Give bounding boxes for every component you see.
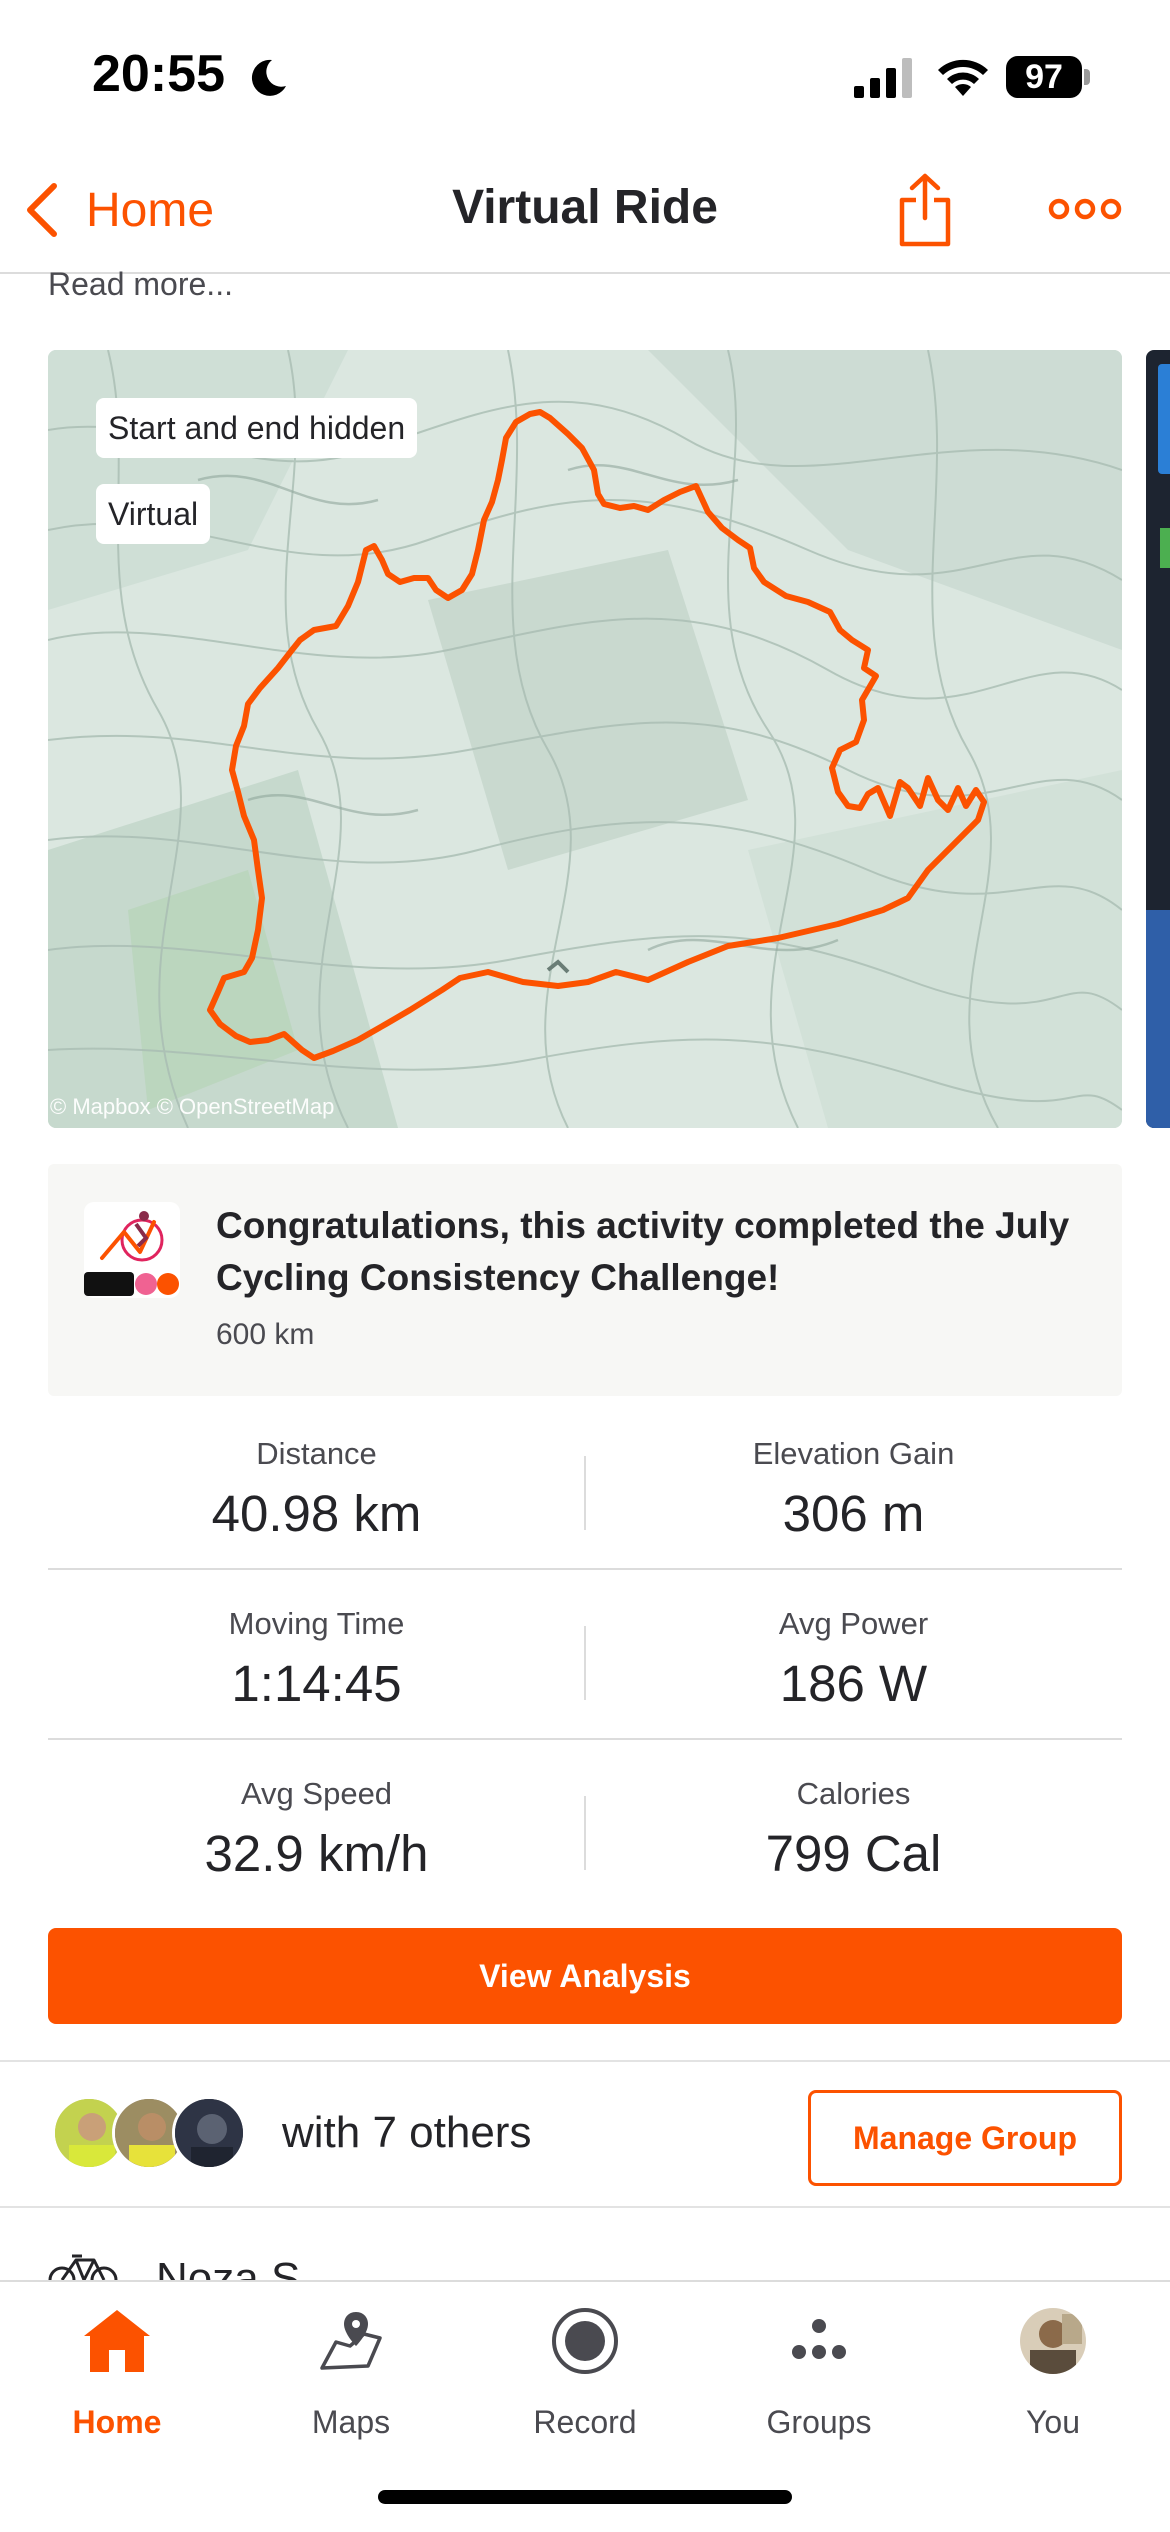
tab-label: Maps: [311, 2404, 391, 2440]
tab-home[interactable]: Home: [0, 2296, 234, 2446]
tab-you[interactable]: You: [936, 2296, 1170, 2446]
challenge-message: Congratulations, this activity completed…: [216, 1205, 1070, 1298]
group-activity-row: with 7 others Manage Group: [0, 2060, 1170, 2208]
next-media-peek[interactable]: [1146, 350, 1170, 1128]
media-peek-green: [1160, 528, 1170, 568]
stat-calories: Calories 799 Cal: [585, 1740, 1122, 1910]
stat-label: Elevation Gain: [752, 1436, 955, 1471]
privacy-tag: Start and end hidden: [96, 398, 418, 458]
route-map[interactable]: Start and end hidden Virtual © Mapbox © …: [48, 350, 1122, 1128]
stat-value: 799 Cal: [765, 1825, 942, 1882]
moon-icon: [251, 59, 286, 96]
media-peek-accent: [1158, 364, 1170, 474]
tab-label: Groups: [766, 2404, 872, 2440]
stat-elevation-gain: Elevation Gain 306 m: [585, 1400, 1122, 1570]
wifi-icon: [938, 59, 988, 96]
tab-groups[interactable]: Groups: [702, 2296, 936, 2446]
home-icon: [84, 2310, 150, 2372]
profile-avatar: [1020, 2308, 1086, 2374]
battery-indicator: 97: [1006, 56, 1090, 98]
stat-label: Calories: [796, 1776, 911, 1811]
maps-icon: [320, 2312, 382, 2370]
stat-row: Distance 40.98 km Elevation Gain 306 m: [48, 1400, 1122, 1570]
stat-avg-speed: Avg Speed 32.9 km/h: [48, 1740, 585, 1910]
stat-value: 40.98 km: [211, 1485, 422, 1542]
more-options-icon[interactable]: [1048, 194, 1122, 224]
read-more-link[interactable]: Read more...: [48, 266, 233, 303]
topographic-map: [48, 350, 1122, 1128]
member-name: Noza S: [156, 2254, 301, 2280]
home-indicator[interactable]: [378, 2490, 792, 2504]
stat-value: 186 W: [779, 1655, 928, 1712]
status-bar: 20:55 97: [0, 0, 1170, 150]
status-time: 20:55: [92, 45, 225, 103]
group-member-row[interactable]: Noza S: [0, 2210, 1170, 2280]
tab-label: You: [1026, 2404, 1080, 2440]
tab-label: Home: [72, 2404, 162, 2440]
stat-label: Distance: [256, 1436, 377, 1471]
challenge-distance: 600 km: [216, 1318, 315, 1351]
stat-value: 32.9 km/h: [204, 1825, 429, 1882]
stat-label: Avg Speed: [240, 1776, 393, 1811]
stat-label: Moving Time: [228, 1606, 405, 1641]
stat-avg-power: Avg Power 186 W: [585, 1570, 1122, 1740]
activity-detail-screen: 20:55 97 Home Virtual Ride Read more... …: [0, 0, 1170, 2532]
record-icon: [552, 2308, 618, 2374]
with-others-label[interactable]: with 7 others: [282, 2108, 531, 2158]
nav-header: Home Virtual Ride: [0, 150, 1170, 274]
virtual-tag: Virtual: [96, 484, 211, 544]
challenge-badge-icon: [84, 1202, 180, 1298]
tab-label: Record: [533, 2404, 637, 2440]
tab-maps[interactable]: Maps: [234, 2296, 468, 2446]
media-peek-blue: [1146, 910, 1170, 1128]
manage-group-button[interactable]: Manage Group: [808, 2090, 1122, 2186]
battery-tip: [1084, 69, 1090, 85]
stat-distance: Distance 40.98 km: [48, 1400, 585, 1570]
stat-row: Moving Time 1:14:45 Avg Power 186 W: [48, 1570, 1122, 1740]
stat-moving-time: Moving Time 1:14:45: [48, 1570, 585, 1740]
challenge-completion-card[interactable]: Congratulations, this activity completed…: [48, 1164, 1122, 1396]
view-analysis-button[interactable]: View Analysis: [48, 1928, 1122, 2024]
stat-row: Avg Speed 32.9 km/h Calories 799 Cal: [48, 1740, 1122, 1910]
map-attribution[interactable]: © Mapbox © OpenStreetMap: [50, 1094, 334, 1120]
bike-icon: [48, 2254, 118, 2280]
share-icon[interactable]: [896, 172, 954, 248]
group-avatars[interactable]: [52, 2096, 252, 2174]
stat-value: 306 m: [782, 1485, 925, 1542]
battery-level: 97: [1006, 56, 1082, 98]
groups-icon: [792, 2319, 846, 2359]
avatar: [172, 2096, 246, 2170]
tab-record[interactable]: Record: [468, 2296, 702, 2446]
page-title: Virtual Ride: [452, 181, 718, 234]
stat-value: 1:14:45: [231, 1655, 402, 1712]
stat-label: Avg Power: [778, 1606, 929, 1641]
cellular-signal-icon: [854, 58, 912, 98]
activity-stats: Distance 40.98 km Elevation Gain 306 m M…: [48, 1400, 1122, 1910]
